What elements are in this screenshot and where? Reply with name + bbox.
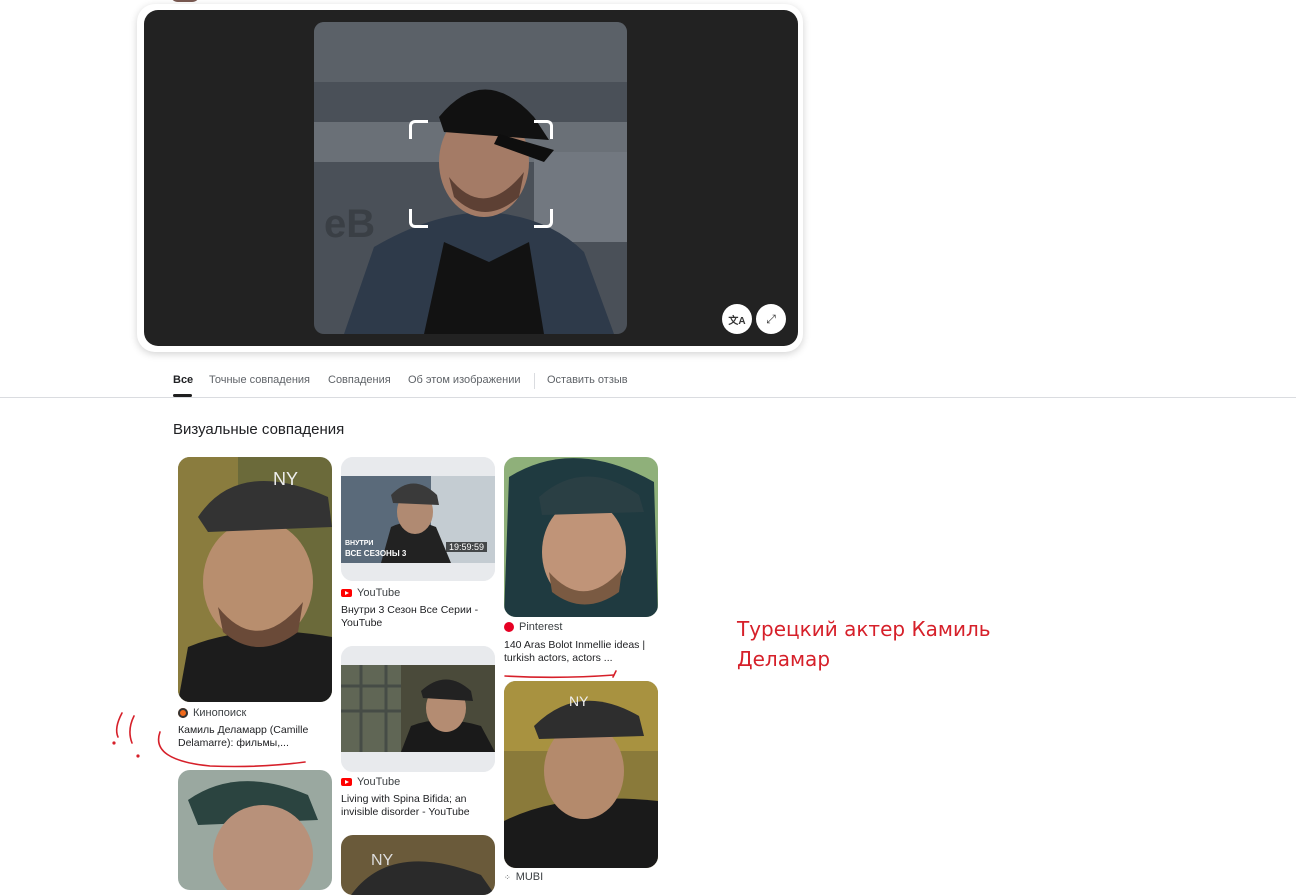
annotation-text: Турецкий актер Камиль Деламар	[737, 617, 991, 671]
annotation-strokes	[112, 670, 617, 768]
